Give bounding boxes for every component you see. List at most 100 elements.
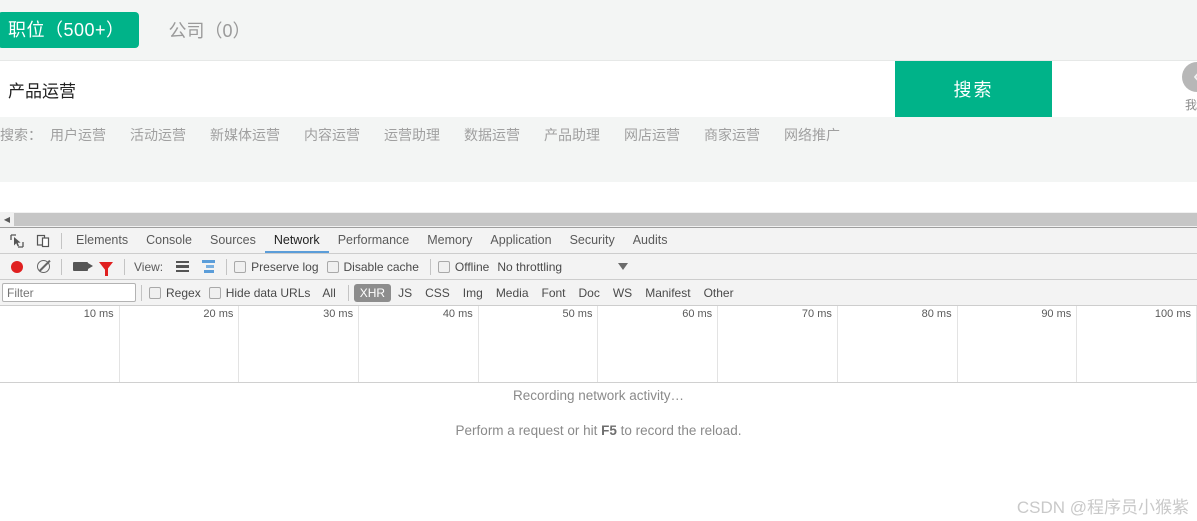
network-empty-state: Recording network activity… Perform a re… (0, 388, 1197, 438)
recording-hint-text: Perform a request or hit F5 to record th… (0, 423, 1197, 438)
filter-type-css[interactable]: CSS (419, 284, 456, 302)
tab-security[interactable]: Security (561, 228, 624, 253)
show-overview-button[interactable] (195, 255, 221, 279)
result-type-tabs: 职位（500+） 公司（0） (0, 12, 269, 48)
filter-type-ws[interactable]: WS (607, 284, 638, 302)
filter-type-manifest[interactable]: Manifest (639, 284, 696, 302)
tab-console[interactable]: Console (137, 228, 201, 253)
filter-type-other[interactable]: Other (698, 284, 740, 302)
related-tag[interactable]: 网店运营 (624, 125, 680, 145)
regex-label: Regex (166, 285, 201, 300)
devtools-panel: Elements Console Sources Network Perform… (0, 228, 1197, 521)
network-timeline-ruler[interactable]: 10 ms 20 ms 30 ms 40 ms 50 ms 60 ms 70 ms 80 ms… (0, 306, 1197, 383)
related-tag[interactable]: 商家运营 (704, 125, 760, 145)
filter-type-js[interactable]: JS (392, 284, 418, 302)
filter-input[interactable] (2, 283, 136, 302)
ruler-tick-label: 80 ms (921, 308, 952, 320)
tab-companies-label: 公司（0） (168, 21, 251, 41)
feedback-widget[interactable]: 我要 (1176, 62, 1197, 113)
filter-toggle-button[interactable] (93, 255, 119, 279)
funnel-icon (99, 262, 113, 276)
tab-application[interactable]: Application (481, 228, 560, 253)
ruler-tick-label: 70 ms (801, 308, 832, 320)
filter-type-media[interactable]: Media (490, 284, 535, 302)
large-rows-button[interactable] (169, 255, 195, 279)
feedback-circle-icon[interactable] (1182, 62, 1197, 92)
camera-icon (72, 262, 93, 271)
record-icon (11, 260, 23, 273)
related-search-label: 关搜索： (0, 127, 42, 143)
search-button[interactable]: 搜索 (895, 61, 1052, 117)
disable-cache-checkbox[interactable]: Disable cache (326, 259, 419, 274)
ruler-tick-label: 60 ms (682, 308, 713, 320)
disable-cache-label: Disable cache (343, 259, 419, 274)
offline-label: Offline (454, 259, 490, 274)
checkbox-box (208, 286, 221, 299)
scroll-left-arrow-icon[interactable]: ◀ (0, 212, 14, 227)
related-search-row: 关搜索： 用户运营 活动运营 新媒体运营 内容运营 运营助理 数据运营 产品助理… (0, 120, 864, 150)
toolbar-divider (61, 232, 62, 249)
hide-data-urls-checkbox[interactable]: Hide data URLs (208, 285, 311, 300)
waterfall-icon (201, 260, 215, 273)
network-filter-bar: Regex Hide data URLs All XHR JS CSS Img … (0, 280, 1197, 306)
capture-screenshots-button[interactable] (67, 255, 93, 279)
chevron-down-icon[interactable] (618, 263, 628, 270)
tab-network[interactable]: Network (264, 228, 329, 253)
search-input[interactable] (0, 61, 895, 117)
tab-jobs-label: 职位（500+） (8, 20, 125, 40)
ruler-cell: 60 ms (599, 306, 719, 382)
tab-performance[interactable]: Performance (329, 228, 419, 253)
filter-type-font[interactable]: Font (536, 284, 572, 302)
tab-sources[interactable]: Sources (201, 228, 265, 253)
toolbar-divider (347, 284, 349, 301)
screenshot-root: 职位（500+） 公司（0） 搜索 我要 关搜索： 用户运营 活动运营 新媒体运… (0, 0, 1197, 521)
record-button[interactable] (4, 255, 30, 279)
related-tag[interactable]: 网络推广 (784, 125, 840, 145)
device-toolbar-icon[interactable] (30, 229, 56, 253)
clear-button[interactable] (30, 255, 56, 279)
ruler-cell: 30 ms (239, 306, 360, 382)
checkbox-box (234, 260, 247, 273)
tab-companies[interactable]: 公司（0） (151, 12, 269, 48)
preserve-log-label: Preserve log (251, 259, 319, 274)
related-tag[interactable]: 活动运营 (130, 125, 186, 145)
checkbox-box (437, 260, 450, 273)
hide-data-urls-label: Hide data URLs (225, 285, 311, 300)
ruler-cell: 20 ms (120, 306, 240, 382)
toolbar-divider (429, 258, 431, 275)
related-tag[interactable]: 产品助理 (544, 125, 600, 145)
scrollbar-thumb[interactable] (14, 213, 1197, 226)
filter-type-all[interactable]: All (316, 284, 341, 302)
related-tag[interactable]: 数据运营 (464, 125, 520, 145)
filter-type-img[interactable]: Img (457, 284, 489, 302)
inspect-element-icon[interactable] (4, 229, 30, 253)
related-tag[interactable]: 内容运营 (304, 125, 360, 145)
ruler-tick-label: 50 ms (562, 308, 593, 320)
offline-checkbox[interactable]: Offline (437, 259, 490, 274)
regex-checkbox[interactable]: Regex (149, 286, 201, 300)
filter-type-xhr[interactable]: XHR (353, 283, 392, 302)
ruler-tick-label: 20 ms (203, 308, 234, 320)
content-placeholder (0, 182, 1197, 212)
preserve-log-checkbox[interactable]: Preserve log (234, 259, 319, 274)
list-icon (175, 260, 189, 273)
horizontal-scrollbar[interactable]: ◀ (0, 212, 1197, 228)
ruler-tick-label: 30 ms (323, 308, 354, 320)
related-tag[interactable]: 用户运营 (50, 125, 106, 145)
throttling-select[interactable]: No throttling (497, 260, 562, 274)
tab-audits[interactable]: Audits (624, 228, 677, 253)
ruler-tick-label: 90 ms (1041, 308, 1072, 320)
related-tag[interactable]: 运营助理 (384, 125, 440, 145)
related-tag[interactable]: 新媒体运营 (210, 125, 280, 145)
feedback-label: 我要 (1184, 98, 1197, 112)
watermark: CSDN @程序员小猴紫 (1016, 498, 1189, 517)
ruler-cell: 70 ms (718, 306, 838, 382)
filter-type-doc[interactable]: Doc (573, 284, 606, 302)
ruler-cell: 50 ms (479, 306, 599, 382)
web-page-region: 职位（500+） 公司（0） 搜索 我要 关搜索： 用户运营 活动运营 新媒体运… (0, 0, 1197, 212)
tab-memory[interactable]: Memory (418, 228, 481, 253)
ruler-cell: 80 ms (838, 306, 958, 382)
hint-prefix: Perform a request or hit (455, 423, 602, 438)
tab-jobs[interactable]: 职位（500+） (0, 12, 139, 48)
tab-elements[interactable]: Elements (67, 228, 137, 253)
